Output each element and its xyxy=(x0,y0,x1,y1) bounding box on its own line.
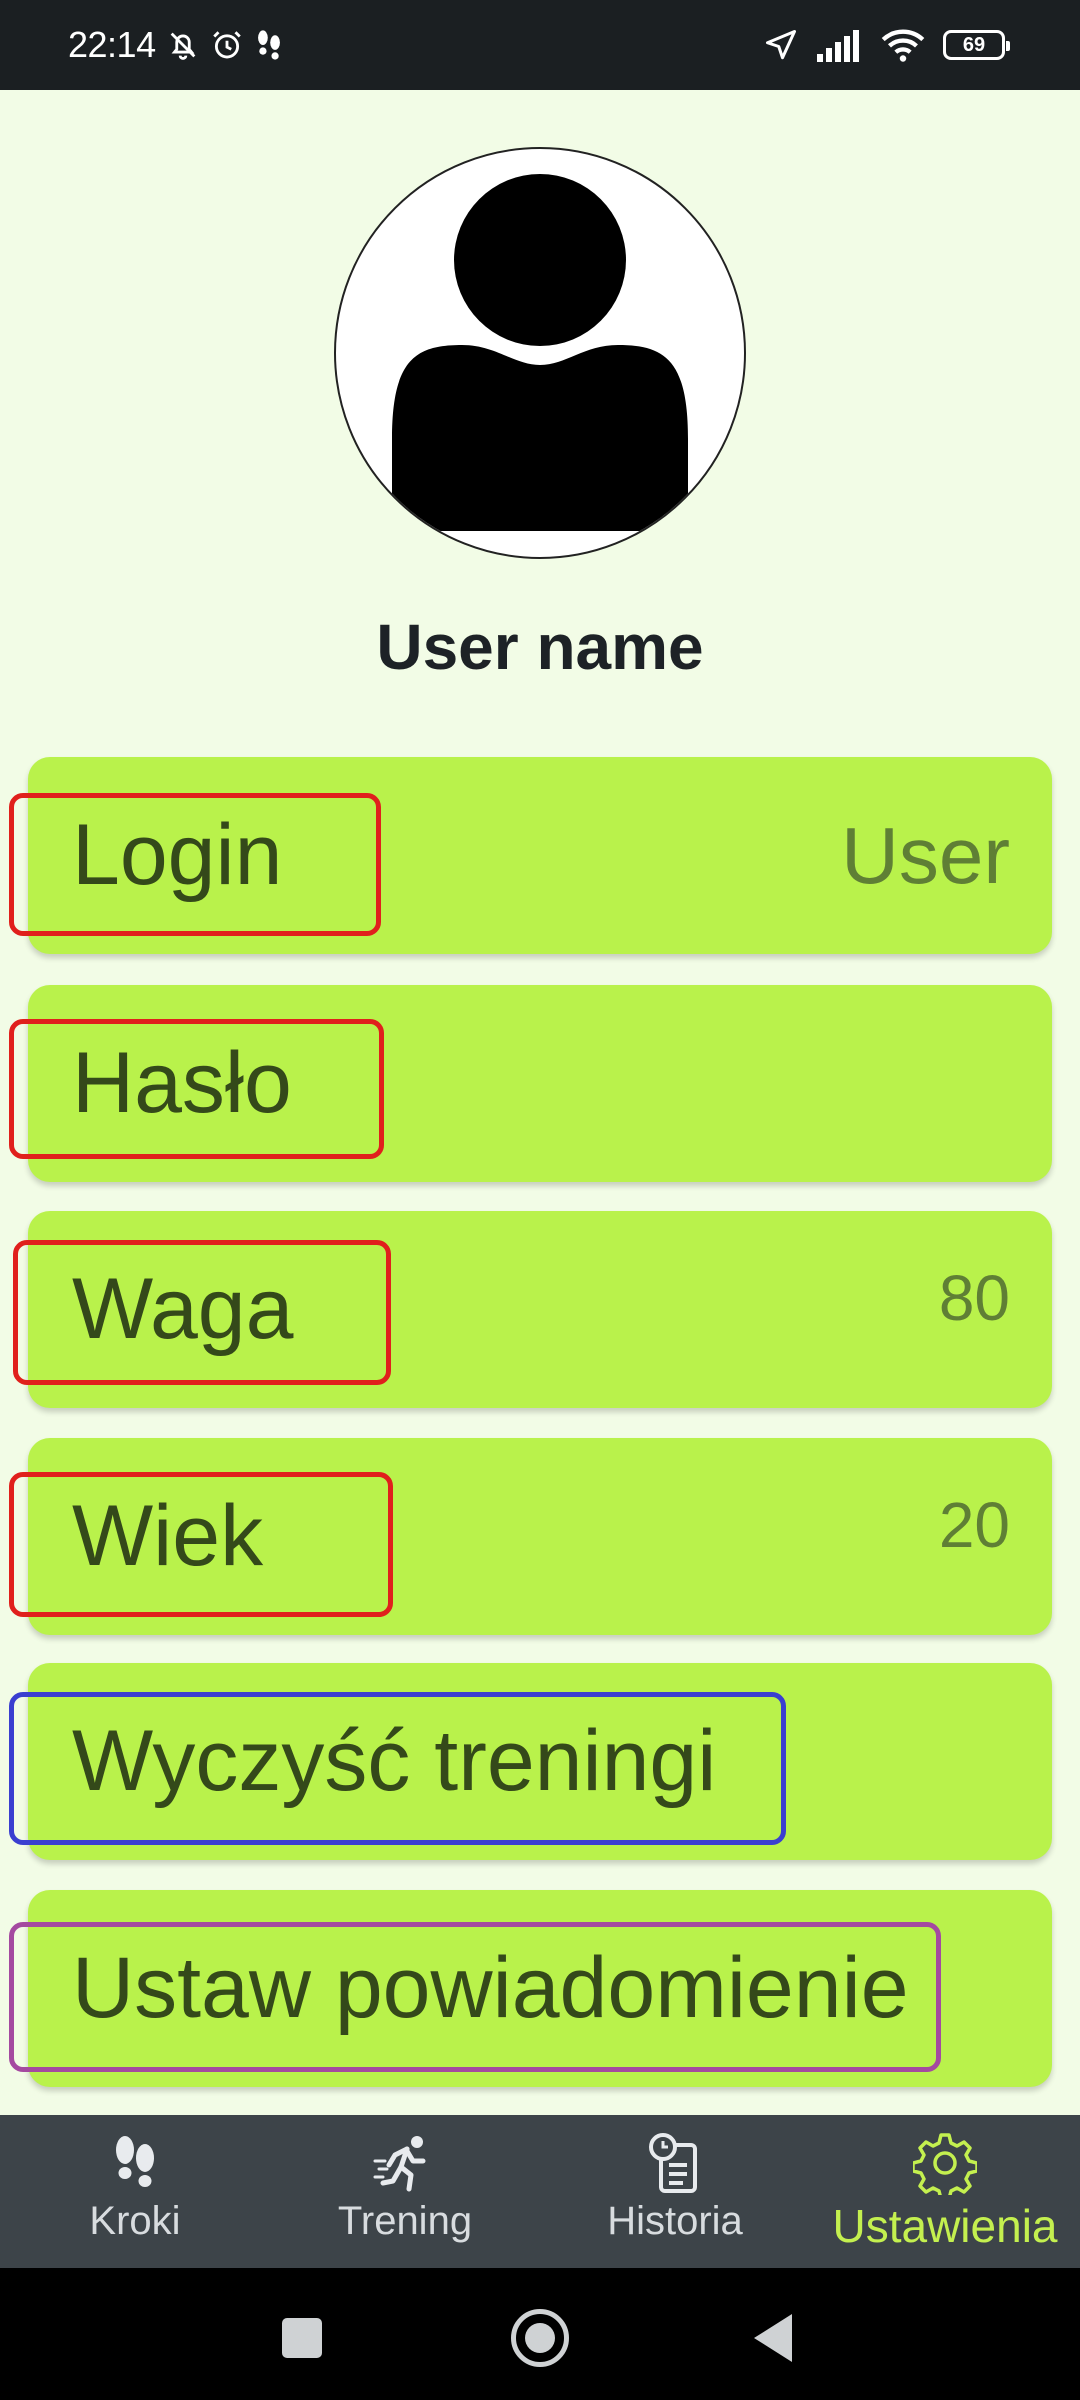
weight-label: Waga xyxy=(72,1261,294,1357)
clear-workouts-label: Wyczyść treningi xyxy=(72,1713,717,1809)
battery-level: 69 xyxy=(962,33,986,56)
user-avatar-icon[interactable] xyxy=(334,147,746,559)
nav-label-ustawienia: Ustawienia xyxy=(832,2200,1058,2252)
status-left: 22:14 xyxy=(68,0,284,90)
runner-icon xyxy=(373,2136,426,2192)
system-navigation-bar xyxy=(0,2268,1080,2400)
nav-tab-historia[interactable]: Historia xyxy=(540,2115,810,2268)
home-button[interactable] xyxy=(511,2309,569,2367)
nav-label-trening: Trening xyxy=(337,2199,473,2243)
username: User name xyxy=(376,611,704,683)
bottom-navigation: Kroki Trening Historia Ustawienia xyxy=(0,2115,1080,2268)
location-arrow-icon xyxy=(763,27,799,63)
age-value: 20 xyxy=(938,1488,1010,1561)
status-bar: 22:14 69 xyxy=(0,0,1080,90)
recent-apps-button[interactable] xyxy=(282,2318,322,2358)
nav-label-historia: Historia xyxy=(607,2199,743,2243)
status-time: 22:14 xyxy=(68,24,156,65)
weight-value: 80 xyxy=(938,1261,1010,1334)
weight-setting[interactable]: Waga 80 xyxy=(28,1211,1052,1408)
set-notification-label: Ustaw powiadomienie xyxy=(72,1940,909,2036)
battery-icon: 69 xyxy=(943,30,1010,60)
history-clipboard-icon xyxy=(649,2133,697,2193)
nav-label-kroki: Kroki xyxy=(89,2199,181,2243)
age-label: Wiek xyxy=(72,1488,264,1584)
mute-bell-icon xyxy=(166,28,200,62)
login-setting[interactable]: Login User xyxy=(28,757,1052,954)
nav-tab-ustawienia[interactable]: Ustawienia xyxy=(810,2115,1080,2268)
nav-tab-trening[interactable]: Trening xyxy=(270,2115,540,2268)
home-button-dot xyxy=(525,2323,555,2353)
set-notification-button[interactable]: Ustaw powiadomienie xyxy=(28,1890,1052,2087)
age-setting[interactable]: Wiek 20 xyxy=(28,1438,1052,1635)
footsteps-icon xyxy=(254,28,284,62)
footsteps-icon xyxy=(116,2136,154,2187)
password-setting[interactable]: Hasło xyxy=(28,985,1052,1182)
signal-icon xyxy=(817,28,863,62)
login-value: User xyxy=(841,810,1010,900)
login-label: Login xyxy=(72,807,283,903)
password-label: Hasło xyxy=(72,1035,292,1131)
back-button[interactable] xyxy=(754,2314,792,2362)
alarm-icon xyxy=(210,28,244,62)
gear-icon xyxy=(913,2133,977,2195)
wifi-icon xyxy=(881,27,925,63)
nav-tab-kroki[interactable]: Kroki xyxy=(0,2115,270,2268)
status-right: 69 xyxy=(763,0,1010,90)
clear-workouts-button[interactable]: Wyczyść treningi xyxy=(28,1663,1052,1860)
